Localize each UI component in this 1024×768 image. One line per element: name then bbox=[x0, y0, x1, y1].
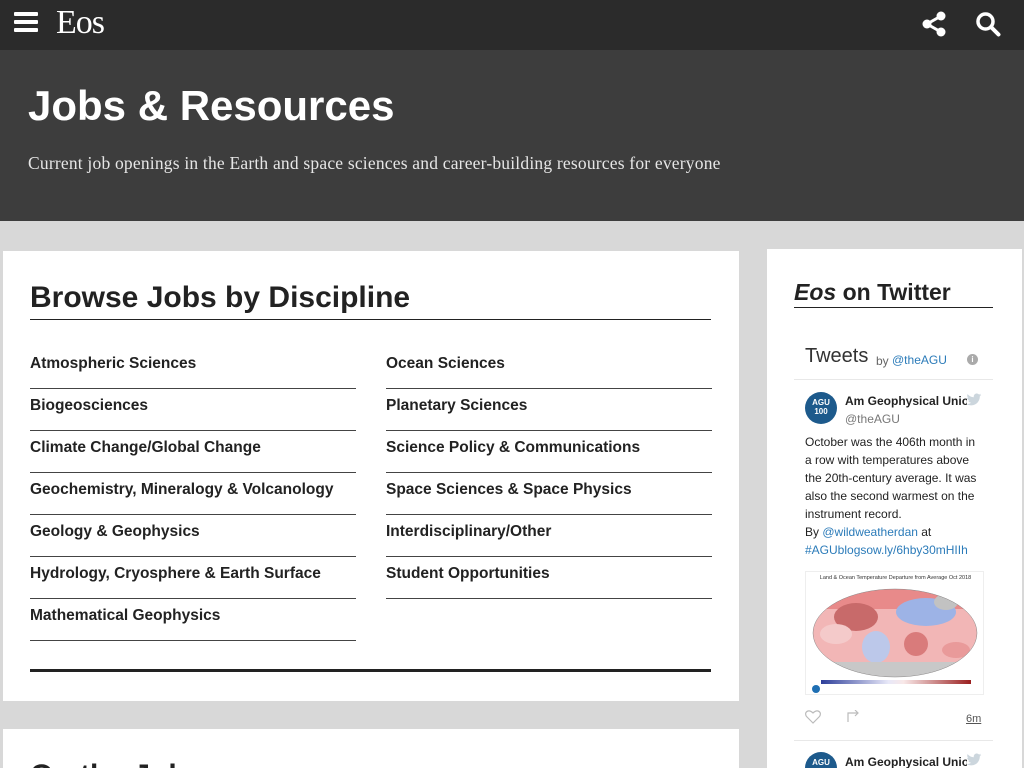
twitter-sidebar: Eos on Twitter Tweets by @theAGU i AGU 1… bbox=[767, 249, 1022, 768]
discipline-link-climate-change[interactable]: Climate Change/Global Change bbox=[30, 431, 356, 473]
page-subtitle: Current job openings in the Earth and sp… bbox=[28, 153, 721, 173]
discipline-link-atmospheric-sciences[interactable]: Atmospheric Sciences bbox=[30, 347, 356, 389]
browse-jobs-card: Browse Jobs by Discipline Atmospheric Sc… bbox=[3, 251, 739, 701]
discipline-link-planetary-sciences[interactable]: Planetary Sciences bbox=[386, 389, 712, 431]
discipline-link-biogeosciences[interactable]: Biogeosciences bbox=[30, 389, 356, 431]
discipline-link-student-opportunities[interactable]: Student Opportunities bbox=[386, 557, 712, 599]
tweet-at: at bbox=[917, 525, 932, 539]
discipline-link-science-policy[interactable]: Science Policy & Communications bbox=[386, 431, 712, 473]
tweet-image-title: Land & Ocean Temperature Departure from … bbox=[819, 575, 972, 581]
share-tweet-icon[interactable] bbox=[846, 710, 862, 724]
tweet-by: By bbox=[805, 525, 823, 539]
tweet-author-handle[interactable]: @theAGU bbox=[845, 412, 900, 426]
tweet-image[interactable]: Land & Ocean Temperature Departure from … bbox=[805, 571, 984, 695]
discipline-link-hydrology[interactable]: Hydrology, Cryosphere & Earth Surface bbox=[30, 557, 356, 599]
temperature-map-graphic bbox=[812, 588, 978, 693]
discipline-link-mathematical-geophysics[interactable]: Mathematical Geophysics bbox=[30, 599, 356, 641]
tweet-divider bbox=[794, 740, 993, 741]
tweet-mention-link[interactable]: @wildweatherdan bbox=[822, 525, 918, 539]
eos-emphasis: Eos bbox=[794, 279, 837, 305]
tweet-timestamp[interactable]: 6m bbox=[966, 713, 981, 725]
discipline-link-interdisciplinary[interactable]: Interdisciplinary/Other bbox=[386, 515, 712, 557]
discipline-list-left: Atmospheric Sciences Biogeosciences Clim… bbox=[30, 347, 356, 641]
on-the-job-heading: On the Job bbox=[30, 759, 187, 768]
tweet-author-name[interactable]: Am Geophysical Union bbox=[845, 394, 967, 408]
search-icon[interactable] bbox=[975, 11, 1001, 37]
on-the-job-card: On the Job bbox=[3, 729, 739, 768]
twitter-sidebar-title: Eos on Twitter bbox=[794, 279, 951, 306]
page-title: Jobs & Resources bbox=[28, 82, 395, 129]
tweets-header: Tweets bbox=[805, 345, 869, 367]
avatar[interactable]: AGU 100 bbox=[805, 392, 837, 424]
share-icon[interactable] bbox=[921, 11, 947, 37]
discipline-link-geochemistry[interactable]: Geochemistry, Mineralogy & Volcanology bbox=[30, 473, 356, 515]
twitter-bird-icon bbox=[966, 393, 982, 406]
tweet-author-name[interactable]: Am Geophysical Union bbox=[845, 755, 967, 768]
tweet-url-link[interactable]: #AGUblogsow.ly/6hby30mHIIh bbox=[805, 543, 968, 557]
top-navbar: Eos bbox=[0, 0, 1024, 50]
eos-logo[interactable]: Eos bbox=[56, 4, 105, 42]
hamburger-menu-icon[interactable] bbox=[14, 12, 38, 36]
hero-banner: Jobs & Resources Current job openings in… bbox=[0, 50, 1024, 221]
avatar[interactable]: AGU 100 bbox=[805, 752, 837, 768]
heading-divider bbox=[30, 319, 711, 320]
tweets-divider bbox=[794, 379, 993, 380]
tweets-by-label: by bbox=[876, 354, 889, 368]
twitter-title-rest: on Twitter bbox=[836, 279, 951, 305]
discipline-link-space-sciences[interactable]: Space Sciences & Space Physics bbox=[386, 473, 712, 515]
card-bottom-divider bbox=[30, 669, 711, 672]
twitter-bird-icon bbox=[966, 753, 982, 766]
discipline-link-ocean-sciences[interactable]: Ocean Sciences bbox=[386, 347, 712, 389]
like-heart-icon[interactable] bbox=[805, 710, 821, 724]
info-icon[interactable]: i bbox=[967, 354, 978, 365]
tweet-text: October was the 406th month in a row wit… bbox=[805, 433, 985, 559]
discipline-link-geology-geophysics[interactable]: Geology & Geophysics bbox=[30, 515, 356, 557]
tweet-body: October was the 406th month in a row wit… bbox=[805, 435, 977, 521]
tweets-handle-link[interactable]: @theAGU bbox=[892, 353, 947, 367]
browse-jobs-heading: Browse Jobs by Discipline bbox=[30, 281, 411, 314]
sidebar-divider bbox=[794, 307, 993, 308]
discipline-list-right: Ocean Sciences Planetary Sciences Scienc… bbox=[386, 347, 712, 599]
